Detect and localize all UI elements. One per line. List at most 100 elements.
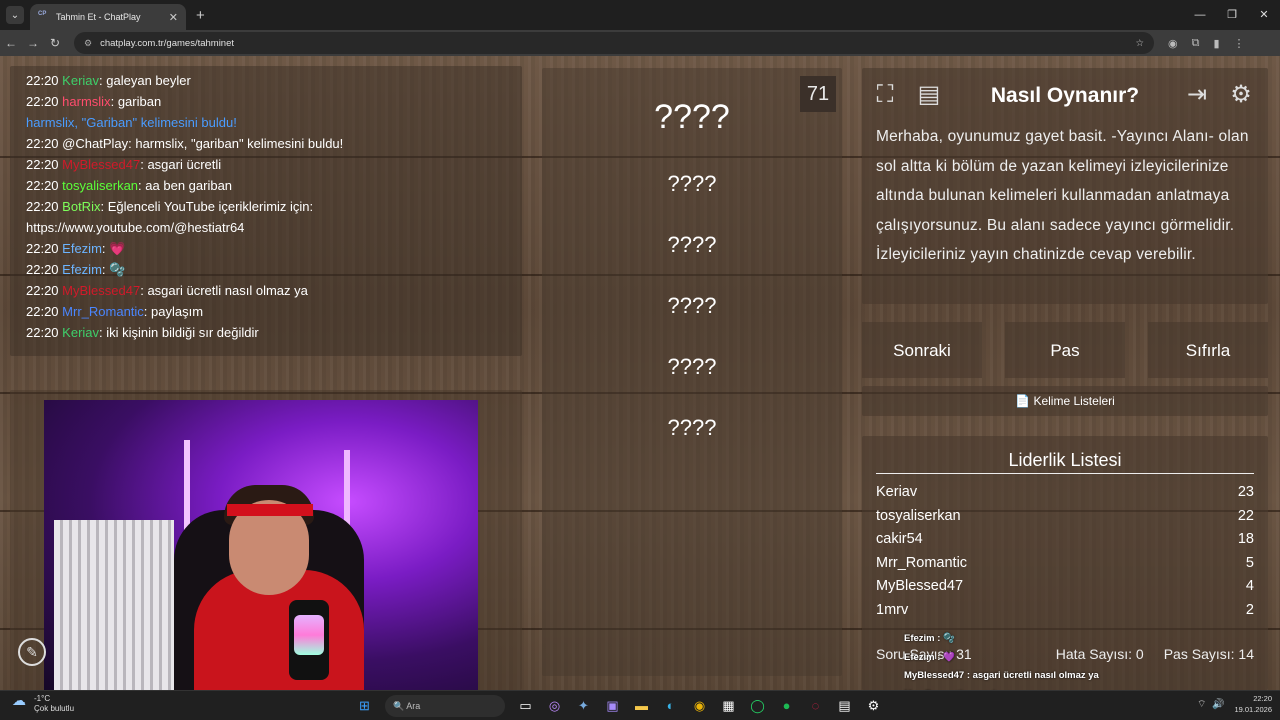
reload-button[interactable]: ↻: [44, 36, 66, 50]
chat-panel: 22:20 Keriav: galeyan beyler 22:20 harmsl…: [10, 66, 522, 356]
extensions-puzzle-icon[interactable]: ⧉: [1192, 37, 1200, 50]
how-to-play-text: Merhaba, oyunumuz gayet basit. -Yayıncı …: [876, 128, 1249, 263]
forbidden-word: ????: [667, 354, 717, 379]
whatsapp-icon[interactable]: ◯: [747, 695, 769, 717]
windows-taskbar: ☁ -1°C Çok bulutlu ⊞ 🔍 Ara ▭ ◎ ✦ ▣ ▬ ◐ ◉ …: [0, 690, 1280, 720]
word-lists-button[interactable]: 📄 Kelime Listeleri: [862, 386, 1268, 416]
copilot-icon[interactable]: ✦: [573, 695, 595, 717]
chat-text: 🫧: [105, 262, 126, 277]
wifi-icon[interactable]: ⌔: [1197, 698, 1206, 711]
profile-avatar[interactable]: ▮: [1213, 37, 1219, 50]
url-field[interactable]: ⚙ chatplay.com.tr/games/tahminet ☆: [74, 32, 1154, 54]
chat-username[interactable]: Keriav: [62, 325, 99, 340]
gear-icon[interactable]: ⚙: [1224, 78, 1258, 112]
extension-icon[interactable]: ◉: [1168, 37, 1178, 50]
chat-text: paylaşım: [147, 304, 204, 319]
store-icon[interactable]: ▦: [718, 695, 740, 717]
chat-time: 22:20: [26, 325, 59, 340]
chat-message: 22:20 BotRix: Eğlenceli YouTube içerikle…: [26, 196, 506, 217]
taskbar-search[interactable]: 🔍 Ara: [385, 695, 505, 717]
chat-time: 22:20: [26, 136, 59, 151]
chat-time: 22:20: [26, 304, 59, 319]
chat-username[interactable]: Mrr_Romantic: [62, 304, 144, 319]
how-to-play-panel: ⛶ ▤ Nasıl Oynanır? ⇥ ⚙ Merhaba, oyunumuz…: [862, 68, 1268, 304]
minimize-button[interactable]: —: [1184, 0, 1216, 30]
chat-text: 💗: [105, 241, 126, 256]
target-word: ????: [654, 98, 730, 136]
url-text: chatplay.com.tr/games/tahminet: [100, 37, 235, 49]
chat-time: 22:20: [26, 262, 59, 277]
chat-username[interactable]: Efezim: [62, 262, 102, 277]
chat-message: 22:20 Mrr_Romantic: paylaşım: [26, 301, 506, 322]
chat-text: iki kişinin bildiği sır değildir: [102, 325, 259, 340]
chat-time: 22:20: [26, 283, 59, 298]
game-page: 22:20 Keriav: galeyan beyler 22:20 harmsl…: [0, 56, 1280, 690]
spotify-icon[interactable]: ●: [776, 695, 798, 717]
app2-icon[interactable]: ▤: [834, 695, 856, 717]
edge-icon[interactable]: ◐: [660, 695, 682, 717]
chrome-icon[interactable]: ◉: [689, 695, 711, 717]
leaderboard-title: Liderlik Listesi: [1008, 450, 1122, 470]
reset-button[interactable]: Sıfırla: [1148, 322, 1268, 378]
leaderboard-row: Mrr_Romantic 5: [876, 555, 1254, 577]
new-tab-button[interactable]: +: [196, 7, 205, 24]
pass-button[interactable]: Pas: [1005, 322, 1125, 378]
bookmark-star-icon[interactable]: ☆: [1135, 38, 1144, 49]
chat-text: asgari ücretli: [143, 157, 222, 172]
weather-text: Çok bulutlu: [34, 704, 75, 713]
temperature: -1°C: [34, 694, 51, 703]
browser-tab-bar: ⌄ CP Tahmin Et - ChatPlay ✕ + — ❐ ✕: [0, 0, 1280, 30]
leaderboard-row: MyBlessed47 4: [876, 578, 1254, 600]
chat-username[interactable]: harmslix: [62, 94, 110, 109]
restore-button[interactable]: ❐: [1216, 0, 1248, 30]
task-view-icon[interactable]: ▭: [515, 695, 537, 717]
next-button[interactable]: Sonraki: [862, 322, 982, 378]
pass-count: Pas Sayısı: 14: [1163, 646, 1254, 662]
overlay-message: MyBlessed47 : asgari ücretli nasıl olmaz…: [904, 670, 1099, 681]
forward-button[interactable]: →: [22, 36, 44, 50]
address-bar: ← → ↻ ⚙ chatplay.com.tr/games/tahminet ☆…: [0, 30, 1280, 56]
overlay-message: Efezim : 💜: [904, 651, 955, 663]
site-info-icon[interactable]: ⚙: [84, 38, 92, 49]
settings-icon[interactable]: ⚙: [863, 695, 885, 717]
volume-icon[interactable]: 🔊: [1212, 699, 1224, 710]
chat-username[interactable]: tosyaliserkan: [62, 178, 138, 193]
chat-text: galeyan beyler: [102, 73, 191, 88]
forbidden-word: ????: [667, 293, 717, 318]
teams-icon[interactable]: ▣: [602, 695, 624, 717]
start-icon[interactable]: ⊞: [354, 695, 376, 717]
clock[interactable]: 22:20 19.01.2026: [1234, 693, 1272, 715]
chat-text: Eğlenceli YouTube içeriklerimiz için:: [104, 199, 314, 214]
leader-name: MyBlessed47: [876, 578, 964, 595]
browser-menu-icon[interactable]: ⋮: [1234, 37, 1245, 50]
chat-message: 22:20 tosyaliserkan: aa ben gariban: [26, 175, 506, 196]
exit-icon[interactable]: ⇥: [1180, 78, 1214, 112]
chat-username[interactable]: MyBlessed47: [62, 157, 140, 172]
search-label: Ara: [406, 701, 421, 711]
app-icon[interactable]: ◎: [544, 695, 566, 717]
chat-message: https://www.youtube.com/@hestiatr64: [26, 217, 506, 238]
webcam-feed: [44, 400, 478, 690]
chat-time: 22:20: [26, 94, 59, 109]
leader-score: 23: [1237, 484, 1254, 500]
weather-widget[interactable]: ☁ -1°C Çok bulutlu: [12, 693, 75, 714]
close-tab-icon[interactable]: ✕: [169, 11, 178, 24]
pen-icon[interactable]: ✎: [18, 638, 46, 666]
chat-message: 22:20 Keriav: iki kişinin bildiği sır de…: [26, 322, 506, 343]
close-window-button[interactable]: ✕: [1248, 0, 1280, 30]
tab-search-button[interactable]: ⌄: [6, 6, 24, 24]
chat-username[interactable]: BotRix: [62, 199, 100, 214]
chat-username[interactable]: Keriav: [62, 73, 99, 88]
chat-message: 22:20 @ChatPlay: harmslix, "gariban" kel…: [26, 133, 506, 154]
back-button[interactable]: ←: [0, 36, 22, 50]
file-explorer-icon[interactable]: ▬: [631, 695, 653, 717]
chat-message: harmslix, "Gariban" kelimesini buldu!: [26, 112, 506, 133]
chat-text: gariban: [114, 94, 162, 109]
leaderboard-row: 1mrv 2: [876, 602, 1254, 624]
obs-icon[interactable]: ◌: [805, 695, 827, 717]
leader-score: 22: [1237, 507, 1254, 524]
leader-name: Mrr_Romantic: [876, 554, 968, 571]
chat-username[interactable]: Efezim: [62, 241, 102, 256]
browser-tab[interactable]: CP Tahmin Et - ChatPlay ✕: [30, 4, 186, 30]
chat-username[interactable]: MyBlessed47: [62, 283, 140, 298]
